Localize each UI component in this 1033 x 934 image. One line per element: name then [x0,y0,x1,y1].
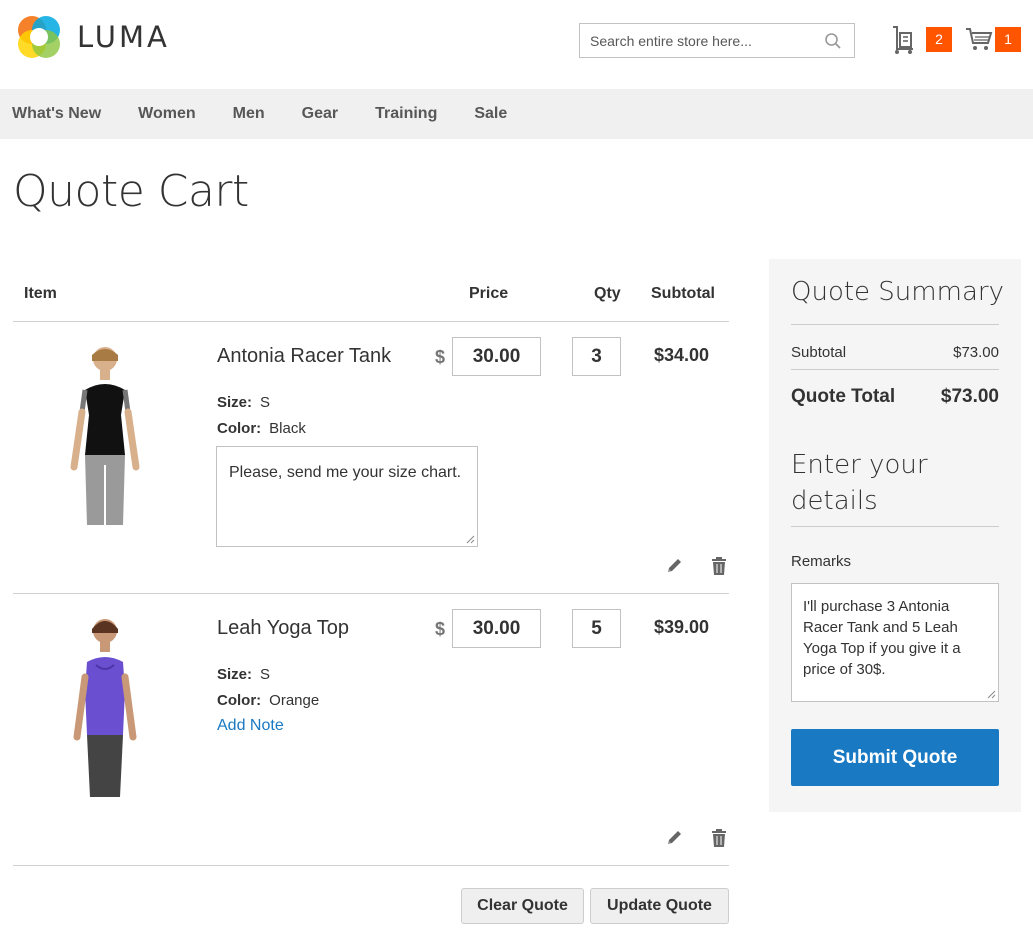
column-header-qty: Qty [594,285,621,302]
row-subtotal: $39.00 [654,617,710,637]
option-size: Size: S [217,394,270,411]
nav-item-women[interactable]: Women [138,105,195,123]
quote-total-value: $73.00 [940,386,999,407]
currency-symbol: $ [435,347,446,367]
divider [791,526,999,527]
summary-subtotal-value: $73.00 [953,344,999,361]
column-header-subtotal: Subtotal [651,285,715,302]
search-box[interactable] [579,23,855,58]
option-size: Size: S [217,666,270,683]
divider [13,865,729,866]
summary-subtotal-label: Subtotal [791,344,847,361]
option-color-value: Black [269,420,306,437]
edit-icon[interactable] [665,556,683,576]
price-input[interactable]: 30.00 [452,337,541,376]
quote-summary-panel: Quote Summary Subtotal $73.00 Quote Tota… [769,259,1021,812]
details-title: Enter your details [791,450,928,516]
option-color: Color: Black [217,420,306,437]
qty-input[interactable]: 5 [572,609,621,648]
divider [13,593,729,594]
option-size-label: Size: [217,394,253,411]
remarks-text: I'll purchase 3 Antonia Racer Tank and 5… [803,598,961,678]
currency-symbol: $ [435,619,446,639]
trash-icon[interactable] [710,556,728,576]
row-subtotal: $34.00 [654,345,710,365]
search-input[interactable] [580,24,815,57]
nav-item-whats-new[interactable]: What's New [12,105,101,123]
qty-input[interactable]: 3 [572,337,621,376]
clear-quote-button[interactable]: Clear Quote [461,888,584,924]
option-color-label: Color: [217,420,262,437]
main-nav: What's New Women Men Gear Training Sale [0,89,1033,139]
resize-grip-icon[interactable] [986,689,996,699]
option-color-value: Orange [269,692,320,709]
edit-icon[interactable] [665,828,683,848]
luma-logo-icon [18,16,60,58]
product-name[interactable]: Leah Yoga Top [217,617,349,640]
remarks-textarea[interactable]: I'll purchase 3 Antonia Racer Tank and 5… [791,583,999,702]
page-title: Quote Cart [13,166,249,217]
column-header-price: Price [469,285,509,302]
nav-item-sale[interactable]: Sale [474,105,507,123]
divider [791,369,999,370]
product-name[interactable]: Antonia Racer Tank [217,345,391,368]
nav-item-training[interactable]: Training [375,105,437,123]
option-size-value: S [260,394,271,411]
search-icon[interactable] [824,32,842,50]
quote-count-badge[interactable]: 2 [926,27,952,52]
nav-item-men[interactable]: Men [233,105,265,123]
shopping-cart-icon[interactable] [965,26,993,52]
update-quote-button[interactable]: Update Quote [590,888,729,924]
luma-logo[interactable]: LUMA [15,13,170,61]
trash-icon[interactable] [710,828,728,848]
product-image-leah-yoga-top[interactable] [30,617,180,797]
summary-title: Quote Summary [791,277,1004,307]
remarks-label: Remarks [791,553,852,570]
option-color: Color: Orange [217,692,319,709]
submit-quote-button[interactable]: Submit Quote [791,729,999,786]
item-note-textarea[interactable]: Please, send me your size chart. [216,446,478,547]
column-header-item: Item [24,285,57,302]
quote-cart-icon[interactable] [889,25,917,55]
add-note-link[interactable]: Add Note [217,717,284,735]
quote-total-label: Quote Total [791,386,896,407]
logo-text: LUMA [77,20,170,54]
cart-count-badge[interactable]: 1 [995,27,1021,52]
product-image-antonia-racer-tank[interactable] [30,345,180,525]
option-size-value: S [260,666,271,683]
option-size-label: Size: [217,666,253,683]
resize-grip-icon[interactable] [465,534,475,544]
item-note-text: Please, send me your size chart. [229,464,462,481]
nav-item-gear[interactable]: Gear [302,105,338,123]
option-color-label: Color: [217,692,262,709]
divider [13,321,729,322]
price-input[interactable]: 30.00 [452,609,541,648]
divider [791,324,999,325]
